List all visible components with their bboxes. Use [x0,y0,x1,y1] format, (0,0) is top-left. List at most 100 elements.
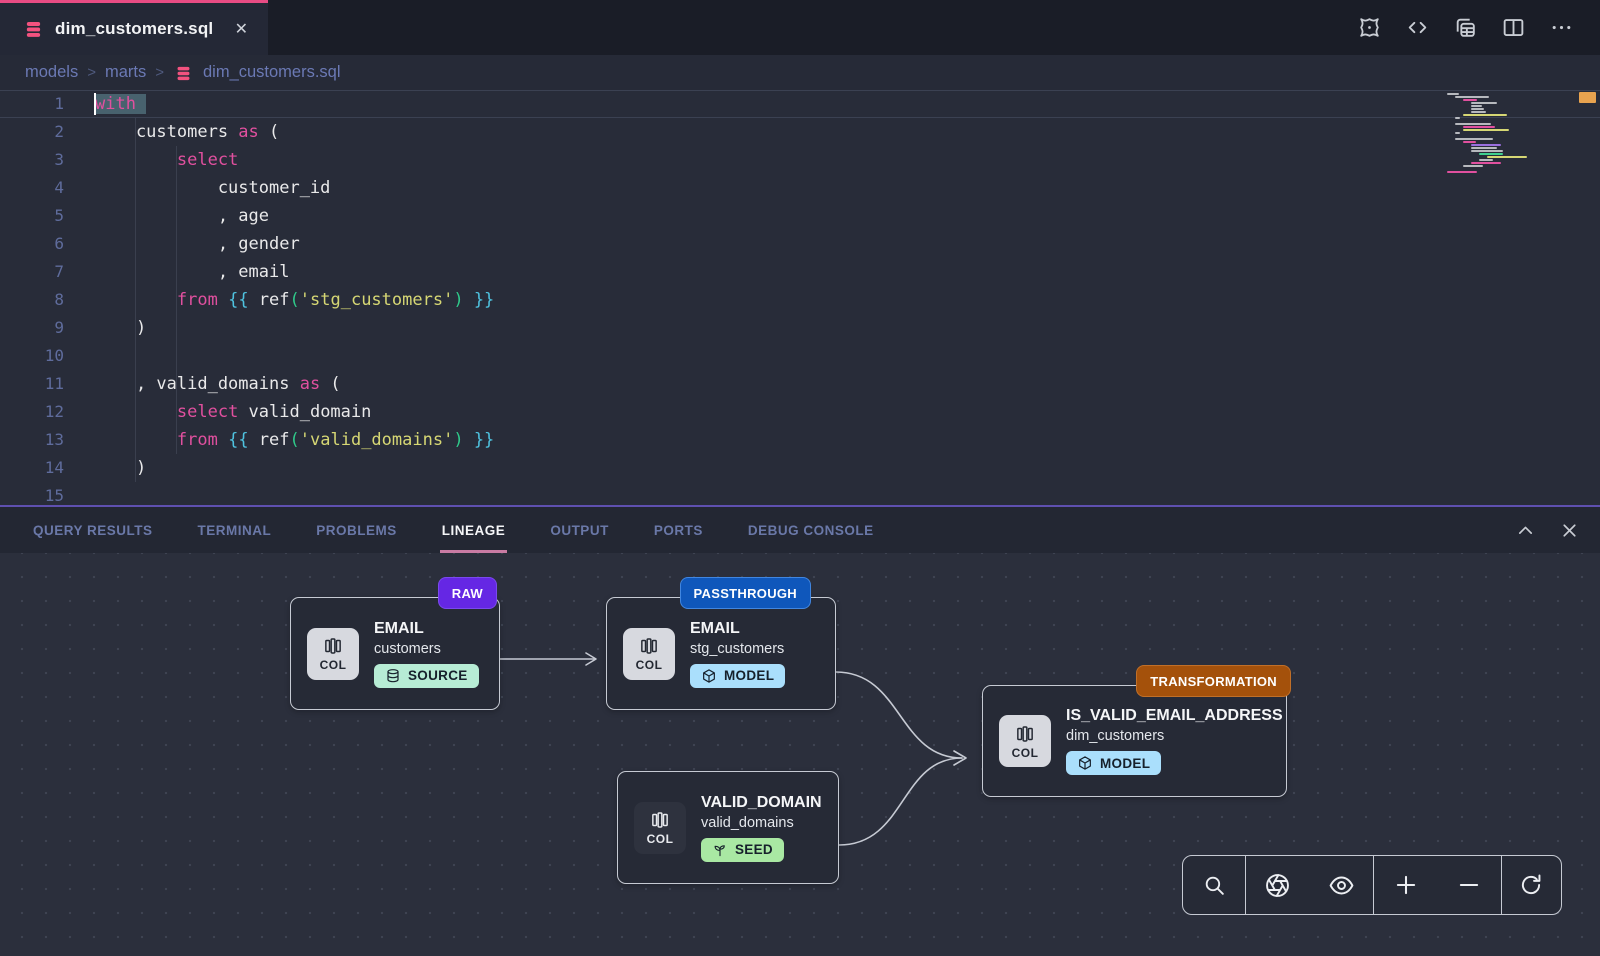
resource-badge-seed: SEED [701,838,784,862]
line-number[interactable]: 14 [0,454,64,482]
code-token: ( [290,290,300,310]
source-icon [385,668,401,684]
breadcrumb-item[interactable]: marts [105,63,146,82]
code-token: ( [320,374,340,394]
line-number[interactable]: 15 [0,482,64,505]
code-line[interactable]: with [0,90,1600,118]
zoom-in-icon[interactable] [1384,863,1428,907]
code-token: ( [259,122,279,142]
line-number[interactable]: 8 [0,286,64,314]
column-label: COL [1012,746,1039,760]
code-token: with [95,94,136,114]
collapse-icon[interactable] [1514,519,1536,541]
column-label: COL [647,832,674,846]
code-line[interactable]: , email [0,258,1600,286]
line-number[interactable]: 9 [0,314,64,342]
lineage-node-dim_customers[interactable]: TRANSFORMATION COL IS_VALID_EMAIL_ADDRES… [982,685,1287,797]
lineage-node-valid_domains[interactable]: COL VALID_DOMAIN valid_domains SEED [617,771,839,884]
code-token [218,430,228,450]
breadcrumb-item[interactable]: dim_customers.sql [203,63,341,82]
search-icon[interactable] [1192,863,1236,907]
tab-dim-customers[interactable]: dim_customers.sql ✕ [0,0,268,55]
line-number[interactable]: 12 [0,398,64,426]
refresh-icon[interactable] [1509,863,1553,907]
line-number[interactable]: 6 [0,230,64,258]
breadcrumb: models>marts>dim_customers.sql [0,55,1600,90]
code-line[interactable] [0,482,1600,505]
code-token: ) [453,290,463,310]
line-number[interactable]: 3 [0,146,64,174]
resource-badge-model: MODEL [690,664,785,688]
code-line[interactable]: ) [0,454,1600,482]
code-line[interactable] [0,342,1600,370]
dbt-logo-icon[interactable] [1356,15,1382,41]
code-line[interactable]: , age [0,202,1600,230]
code-icon[interactable] [1404,15,1430,41]
resource-badge-model: MODEL [1066,751,1161,775]
panel-tab-query-results[interactable]: QUERY RESULTS [33,507,153,553]
code-line[interactable]: from {{ ref('valid_domains') }} [0,426,1600,454]
code-token [95,402,177,422]
code-line[interactable]: , valid_domains as ( [0,370,1600,398]
column-icon: COL [634,802,686,854]
code-token: }} [474,290,494,310]
lineage-canvas[interactable]: RAW COL EMAIL customers SOURCE PASSTHROU… [0,553,1600,956]
breadcrumb-item[interactable]: models [25,63,78,82]
code-line[interactable]: ) [0,314,1600,342]
code-area[interactable]: with customers as ( select customer_id ,… [0,90,1600,505]
code-line[interactable]: select valid_domain [0,398,1600,426]
code-token: , age [95,206,269,226]
code-line[interactable]: customer_id [0,174,1600,202]
close-icon[interactable] [1558,519,1580,541]
code-line[interactable]: , gender [0,230,1600,258]
model-icon [701,668,717,684]
line-number[interactable]: 4 [0,174,64,202]
node-subtitle: valid_domains [701,815,822,831]
tab-title: dim_customers.sql [55,19,219,39]
panel-tab-lineage[interactable]: LINEAGE [442,507,506,553]
more-icon[interactable] [1548,15,1574,41]
line-number[interactable]: 1 [0,90,64,118]
code-token: , valid_domains [95,374,300,394]
model-icon [1077,755,1093,771]
code-line[interactable]: from {{ ref('stg_customers') }} [0,286,1600,314]
node-subtitle: customers [374,641,479,657]
panel-tab-output[interactable]: OUTPUT [550,507,609,553]
lineage-node-customers[interactable]: RAW COL EMAIL customers SOURCE [290,597,500,710]
code-token: ) [95,458,146,478]
tag-badge-raw: RAW [438,577,497,609]
code-token: ) [95,318,146,338]
code-token [464,430,474,450]
code-line[interactable]: customers as ( [0,118,1600,146]
code-token: ( [290,430,300,450]
code-token [95,430,177,450]
minimap[interactable] [1447,93,1560,174]
lineage-node-stg_customers[interactable]: PASSTHROUGH COL EMAIL stg_customers MODE… [606,597,836,710]
panel-tab-ports[interactable]: PORTS [654,507,703,553]
aperture-icon[interactable] [1256,863,1300,907]
line-number[interactable]: 5 [0,202,64,230]
panel-tab-terminal[interactable]: TERMINAL [198,507,272,553]
line-number[interactable]: 10 [0,342,64,370]
code-line[interactable]: select [0,146,1600,174]
node-info: EMAIL customers SOURCE [374,620,479,688]
gutter[interactable]: 123456789101112131415 [0,90,64,505]
node-info: IS_VALID_EMAIL_ADDRESS dim_customers MOD… [1066,707,1270,775]
line-number[interactable]: 13 [0,426,64,454]
panel-tab-problems[interactable]: PROBLEMS [316,507,397,553]
toolbar-group-search [1183,856,1245,914]
line-number[interactable]: 7 [0,258,64,286]
line-number[interactable]: 11 [0,370,64,398]
copy-table-icon[interactable] [1452,15,1478,41]
code-editor[interactable]: with customers as ( select customer_id ,… [0,90,1600,505]
code-token [136,94,146,114]
close-tab-icon[interactable]: ✕ [231,17,252,41]
eye-icon[interactable] [1319,863,1363,907]
zoom-out-icon[interactable] [1447,863,1491,907]
breadcrumb-separator: > [155,64,164,81]
toolbar-group-view [1245,856,1373,914]
node-subtitle: stg_customers [690,641,785,657]
panel-tab-debug-console[interactable]: DEBUG CONSOLE [748,507,874,553]
split-editor-icon[interactable] [1500,15,1526,41]
line-number[interactable]: 2 [0,118,64,146]
